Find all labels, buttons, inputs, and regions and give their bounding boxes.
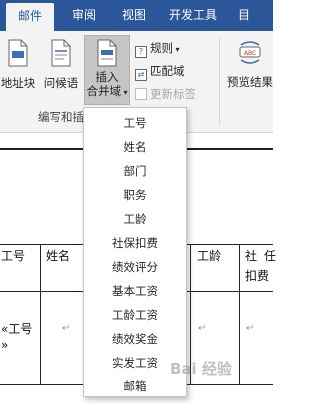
svg-text:ABC: ABC xyxy=(244,50,256,57)
insert-merge-field-button[interactable]: 插入 合并域 ▾ xyxy=(84,35,130,105)
menu-item-social-security[interactable]: 社保扣费 xyxy=(84,232,186,254)
tab-mailings[interactable]: 邮件 xyxy=(6,3,54,31)
preview-results-label: 预览结果 xyxy=(227,75,273,89)
table-header-seniority: 工龄 xyxy=(197,249,222,263)
address-block-button[interactable]: 地址块 xyxy=(0,39,40,91)
table-column-border xyxy=(40,244,41,384)
menu-item-position[interactable]: 职务 xyxy=(84,184,186,206)
merge-field-dropdown: 工号 姓名 部门 职务 工龄 社保扣费 绩效评分 基本工资 工龄工资 绩效奖金 … xyxy=(83,107,187,397)
update-labels-icon xyxy=(135,88,147,100)
tab-next[interactable]: 目 xyxy=(232,0,273,31)
insert-label-line2: 合并域 xyxy=(86,84,121,98)
match-fields-label: 匹配域 xyxy=(150,64,185,78)
menu-item-seniority[interactable]: 工龄 xyxy=(84,208,186,230)
menu-item-performance-bonus[interactable]: 绩效奖金 xyxy=(84,328,186,350)
greeting-line-label: 问候语 xyxy=(43,76,79,90)
table-header-social-line1: 社 xyxy=(245,249,258,263)
table-header-social-line2: 扣费 xyxy=(245,269,270,283)
ribbon-tab-bar: 邮件 审阅 视图 开发工具 目 xyxy=(0,0,273,31)
ribbon-group-label: 编写和插 xyxy=(38,110,84,124)
update-labels-button[interactable]: 更新标签 xyxy=(135,85,196,103)
table-column-border xyxy=(239,244,240,384)
menu-item-employee-id[interactable]: 工号 xyxy=(84,112,186,134)
address-block-label: 地址块 xyxy=(0,76,36,90)
merge-field-close: » xyxy=(1,338,9,352)
ribbon-group-divider xyxy=(219,37,220,125)
insert-merge-field-icon xyxy=(97,39,117,67)
update-labels-label: 更新标签 xyxy=(150,87,196,101)
greeting-line-button[interactable]: 问候语 xyxy=(40,39,82,91)
insert-label-line1: 插入 xyxy=(95,70,119,84)
rules-button[interactable]: ? 规则 ▾ xyxy=(135,39,180,58)
chevron-down-icon: ▾ xyxy=(173,45,180,54)
table-header-name: 姓名 xyxy=(46,249,71,263)
match-fields-icon: ⇄ xyxy=(135,69,147,81)
address-block-icon xyxy=(8,39,28,67)
menu-item-seniority-pay[interactable]: 工龄工资 xyxy=(84,304,186,326)
tab-developer[interactable]: 开发工具 xyxy=(163,0,223,31)
table-header-employee-id: 工号 xyxy=(1,249,26,263)
greeting-line-icon xyxy=(51,39,71,67)
paragraph-mark: ↵ xyxy=(62,323,71,334)
rules-icon: ? xyxy=(135,46,147,58)
match-fields-button[interactable]: ⇄ 匹配域 xyxy=(135,62,185,81)
menu-item-department[interactable]: 部门 xyxy=(84,160,186,182)
menu-item-name[interactable]: 姓名 xyxy=(84,136,186,158)
preview-results-button[interactable]: ABC 预览结果 xyxy=(222,41,278,90)
paragraph-mark: ↵ xyxy=(246,323,255,334)
preview-results-icon: ABC xyxy=(239,41,261,64)
tab-view[interactable]: 视图 xyxy=(112,0,156,31)
table-header-partial: 任 xyxy=(264,249,277,263)
menu-item-performance-score[interactable]: 绩效评分 xyxy=(84,256,186,278)
paragraph-mark: ↵ xyxy=(198,323,207,334)
chevron-down-icon: ▾ xyxy=(120,88,128,97)
menu-item-base-salary[interactable]: 基本工资 xyxy=(84,280,186,302)
rules-label: 规则 xyxy=(150,41,173,55)
watermark: Bai 经验 xyxy=(170,360,232,378)
tab-review[interactable]: 审阅 xyxy=(62,0,106,31)
merge-field-employee-id: «工号 xyxy=(1,322,33,336)
